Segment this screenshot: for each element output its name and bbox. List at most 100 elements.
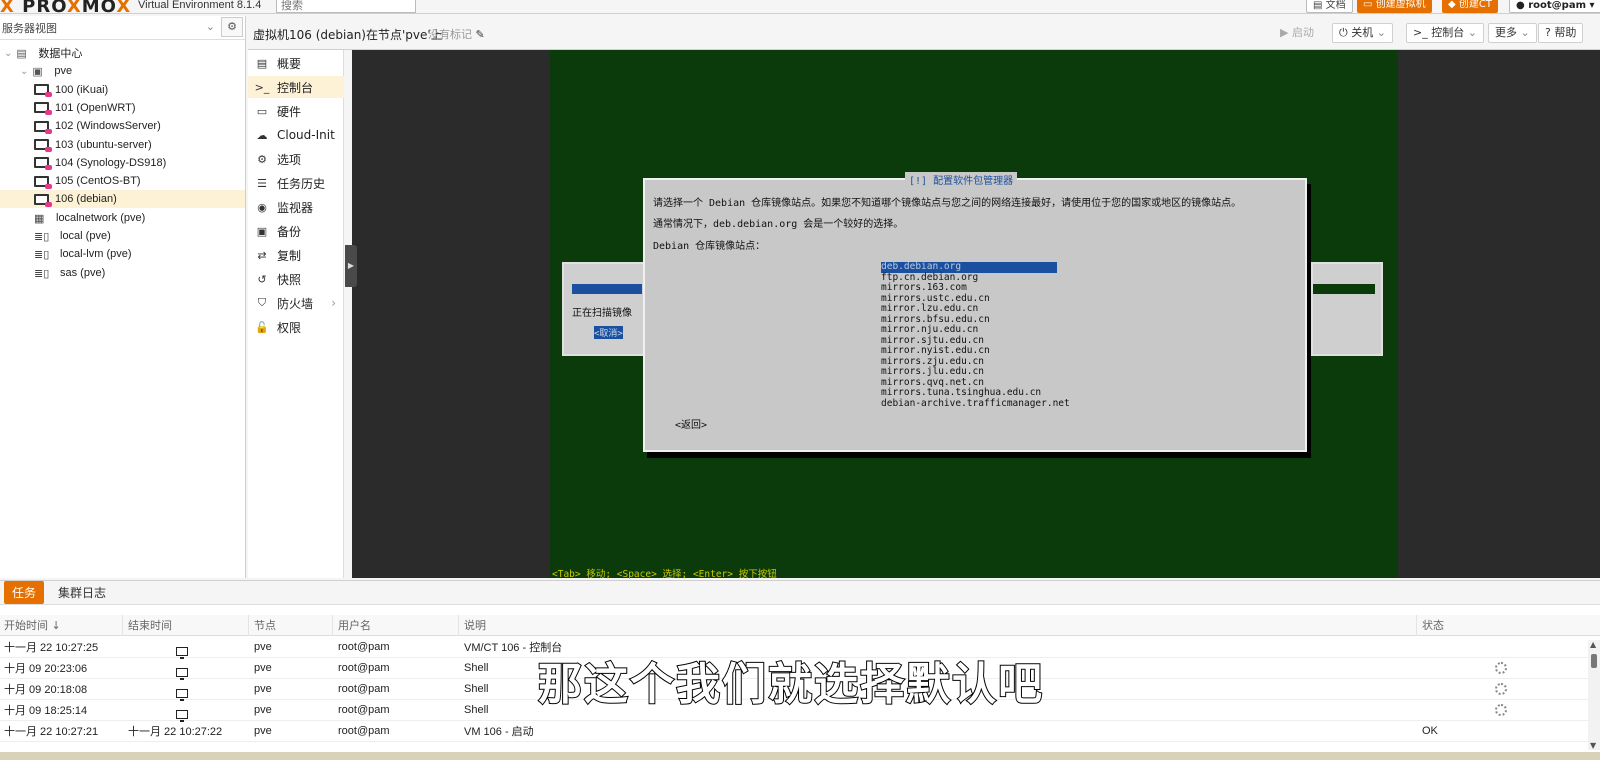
- spinner-icon: [1495, 683, 1507, 695]
- tree-item-label: local (pve): [60, 230, 111, 242]
- nav-item[interactable]: ▣ 备份: [248, 220, 344, 242]
- tree-item[interactable]: 102 (WindowsServer): [0, 117, 245, 135]
- col-node[interactable]: 节点: [254, 617, 276, 633]
- tree-item-label: 106 (debian): [55, 193, 117, 206]
- nav-item[interactable]: ▤ 概要: [248, 52, 344, 74]
- pencil-icon[interactable]: ✎: [476, 28, 485, 41]
- nav-item-label: 硬件: [277, 104, 302, 119]
- tab-cluster-log[interactable]: 集群日志: [50, 581, 114, 604]
- nav-item[interactable]: ◉ 监视器: [248, 196, 344, 218]
- col-description[interactable]: 说明: [464, 617, 486, 633]
- network-icon: ▦: [34, 212, 45, 225]
- collapse-nav-handle[interactable]: ▶: [345, 245, 357, 287]
- nav-item-label: 监视器: [277, 200, 314, 215]
- help-button[interactable]: ? 帮助: [1538, 23, 1584, 43]
- col-start-time[interactable]: 开始时间 ↓: [4, 617, 61, 633]
- user-menu-button[interactable]: ● root@pam ▾: [1509, 0, 1600, 13]
- cell-start: 十月 09 20:18:08: [4, 684, 88, 696]
- mirror-option[interactable]: mirror.nyist.edu.cn: [881, 345, 1057, 357]
- gear-icon[interactable]: ⚙: [221, 17, 243, 37]
- mirror-option[interactable]: mirror.lzu.edu.cn: [881, 303, 1057, 315]
- cell-node: pve: [254, 704, 272, 716]
- tree-item[interactable]: 103 (ubuntu-server): [0, 136, 245, 154]
- spinner-icon: [1495, 662, 1507, 674]
- nav-item-label: 权限: [277, 320, 302, 335]
- nav-item-label: 选项: [277, 152, 302, 167]
- col-user[interactable]: 用户名: [338, 617, 371, 633]
- start-button[interactable]: ▶ 启动: [1273, 23, 1321, 43]
- scan-progress-window: 正在扫描镜像 <取消>: [562, 262, 646, 356]
- proxmox-logo[interactable]: X PROXMOX: [0, 0, 131, 13]
- create-vm-button[interactable]: ▭ 创建虚拟机: [1357, 0, 1432, 13]
- tab-tasks[interactable]: 任务: [4, 581, 45, 604]
- cube-icon: ◆: [1448, 0, 1459, 10]
- shutdown-button[interactable]: ⏻ 关机 ⌄: [1332, 23, 1393, 43]
- power-icon: ⏻: [1339, 26, 1352, 39]
- nav-item[interactable]: >_ 控制台: [248, 76, 344, 98]
- history-icon: ↺: [257, 272, 267, 286]
- gear-icon: ⚙: [257, 152, 267, 166]
- nav-item[interactable]: ↺ 快照: [248, 268, 344, 290]
- cell-user: root@pam: [338, 725, 390, 737]
- chevron-down-icon[interactable]: ⌄: [206, 20, 215, 33]
- mirror-option[interactable]: mirrors.tuna.tsinghua.edu.cn: [881, 387, 1057, 399]
- docs-button[interactable]: ▤ 文档: [1306, 0, 1353, 13]
- tree-item[interactable]: ▦ localnetwork (pve): [0, 209, 245, 227]
- scrollbar-thumb[interactable]: [1591, 654, 1597, 668]
- monitor-icon: ▭: [1363, 0, 1376, 10]
- book-icon: ▤: [1313, 0, 1326, 11]
- key-hint: <Tab> 移动; <Space> 选择; <Enter> 按下按钮: [552, 569, 777, 580]
- vm-icon: [34, 139, 52, 152]
- nav-item[interactable]: ⛉ 防火墙 ›: [248, 292, 344, 314]
- terminal-icon: >_: [254, 80, 270, 94]
- storage-icon: ≣▯: [34, 249, 50, 262]
- cancel-button[interactable]: <取消>: [594, 326, 623, 339]
- cell-node: pve: [254, 641, 272, 653]
- view-selector[interactable]: 服务器视图 ⌄ ⚙: [0, 16, 245, 40]
- nav-item[interactable]: ▭ 硬件: [248, 100, 344, 122]
- progress-bar: [572, 284, 642, 294]
- tree-item[interactable]: ⌄ ▣ pve: [0, 62, 245, 80]
- tree-item[interactable]: 104 (Synology-DS918): [0, 154, 245, 172]
- mirror-option[interactable]: mirror.nju.edu.cn: [881, 324, 1057, 336]
- mirror-option[interactable]: mirrors.jlu.edu.cn: [881, 366, 1057, 378]
- expand-toggle-icon[interactable]: ⌄: [4, 48, 12, 59]
- tree-item[interactable]: 100 (iKuai): [0, 81, 245, 99]
- vm-icon: [34, 193, 52, 207]
- tree-item-label: pve: [54, 65, 73, 78]
- nav-item[interactable]: 🔓 权限: [248, 316, 344, 338]
- expand-toggle-icon[interactable]: ⌄: [20, 66, 28, 77]
- task-scrollbar[interactable]: ▲ ▼: [1588, 640, 1600, 750]
- more-button[interactable]: 更多 ⌄: [1488, 23, 1537, 43]
- tree-item[interactable]: 105 (CentOS-BT): [0, 172, 245, 190]
- mirror-option[interactable]: debian-archive.trafficmanager.net: [881, 398, 1070, 410]
- tree-item[interactable]: ⌄ ▤ 数据中心: [0, 44, 245, 62]
- col-end-time[interactable]: 结束时间: [128, 617, 172, 633]
- col-status[interactable]: 状态: [1422, 617, 1444, 633]
- tree-item[interactable]: 101 (OpenWRT): [0, 99, 245, 117]
- vm-icon: [34, 84, 52, 98]
- nav-item-label: 控制台: [277, 80, 314, 95]
- tree-item[interactable]: ≣▯ local (pve): [0, 227, 245, 245]
- console-button[interactable]: >_ 控制台 ⌄: [1406, 23, 1484, 43]
- tree-item-label: 102 (WindowsServer): [55, 120, 161, 133]
- create-ct-button[interactable]: ◆ 创建CT: [1442, 0, 1498, 13]
- mirror-option[interactable]: mirrors.163.com: [881, 282, 1057, 294]
- nav-item[interactable]: ☰ 任务历史: [248, 172, 344, 194]
- nav-item[interactable]: ☁ Cloud-Init: [248, 124, 344, 146]
- task-row[interactable]: 十一月 22 10:27:21 十一月 22 10:27:22 pve root@pa…: [0, 721, 1600, 742]
- tree-item[interactable]: ≣▯ local-lvm (pve): [0, 245, 245, 263]
- monitor-icon: [176, 688, 188, 701]
- nav-item[interactable]: ⚙ 选项: [248, 148, 344, 170]
- cell-user: root@pam: [338, 641, 390, 653]
- task-tabs: 任务 集群日志: [0, 581, 1600, 605]
- tree-item[interactable]: ≣▯ sas (pve): [0, 264, 245, 282]
- back-button[interactable]: <返回>: [675, 416, 707, 431]
- vm-tags[interactable]: 没有标记 ✎: [428, 26, 485, 42]
- mirror-option[interactable]: deb.debian.org: [881, 261, 1057, 273]
- mirror-list[interactable]: deb.debian.org ftp.cn.debian.org mirrors.1…: [881, 261, 1070, 410]
- tree-item[interactable]: 106 (debian): [0, 190, 245, 209]
- search-input[interactable]: [276, 0, 416, 13]
- storage-icon: ≣▯: [34, 267, 50, 280]
- nav-item[interactable]: ⇄ 复制: [248, 244, 344, 266]
